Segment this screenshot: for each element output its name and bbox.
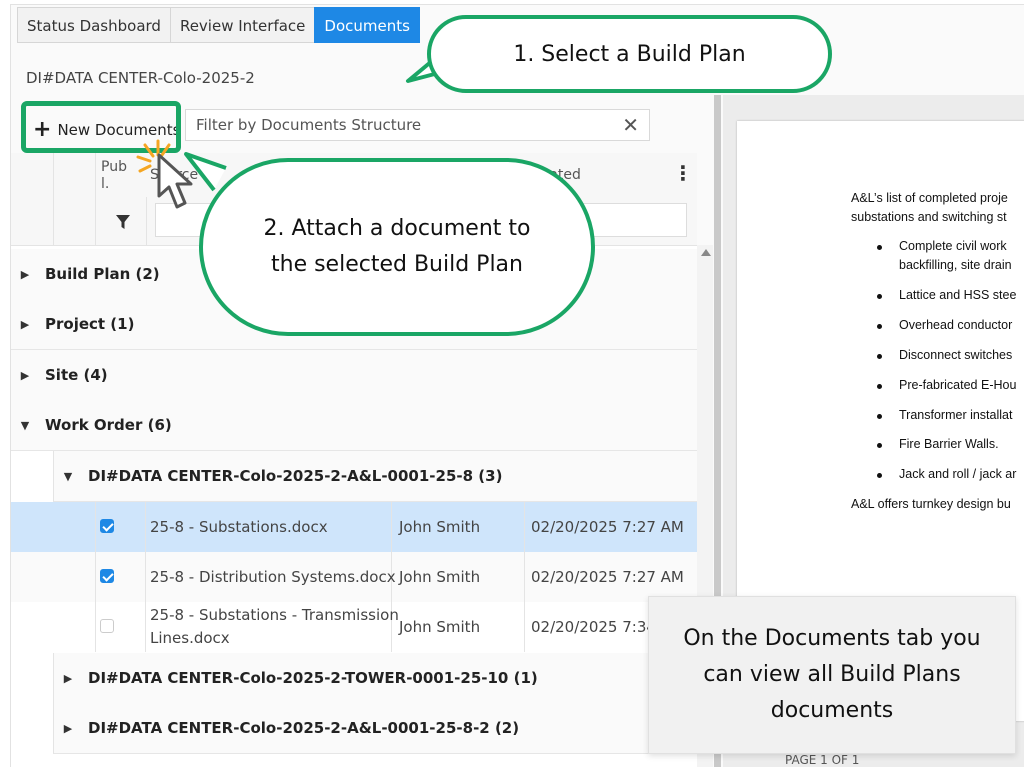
preview-text: A&L’s list of completed proje [851,191,1008,205]
table-row[interactable]: 25-8 - Distribution Systems.docx John Sm… [11,552,697,602]
table-row[interactable]: 25-8 - Substations - Transmission Lines.… [11,602,697,652]
group-label: Project (1) [45,315,135,333]
document-author: John Smith [399,568,481,586]
filter-icon[interactable] [115,214,131,230]
preview-text: A&L offers turnkey design bu [851,497,1011,511]
tab-status-dashboard[interactable]: Status Dashboard [17,7,170,43]
document-name: 25-8 - Distribution Systems.docx [150,568,396,586]
group-label: Work Order (6) [45,416,172,434]
subgroup-label: DI#DATA CENTER-Colo-2025-2-TOWER-0001-25… [88,669,538,687]
document-name: 25-8 - Substations - Transmission Lines.… [150,604,399,650]
info-text: On the Documents tab you [683,626,981,651]
scroll-up-icon[interactable] [701,249,711,256]
caret-right-icon[interactable]: ▶ [15,268,35,281]
preview-bullet: Complete civil work [899,239,1007,253]
subgroup-work-order-25-8[interactable]: ▼ DI#DATA CENTER-Colo-2025-2-A&L-0001-25… [53,451,697,502]
filter-documents-input[interactable]: Filter by Documents Structure ✕ [185,109,650,141]
preview-bullet: Overhead conductor [899,318,1013,332]
document-author: John Smith [399,618,481,636]
info-note: On the Documents tab you can view all Bu… [648,596,1016,754]
preview-bullet: Lattice and HSS stee [899,288,1017,302]
info-text: can view all Build Plans [703,662,961,687]
filter-placeholder: Filter by Documents Structure [196,116,422,134]
preview-bullet: Jack and roll / jack ar [899,467,1017,481]
page-indicator: PAGE 1 OF 1 [785,753,860,767]
preview-bullet: Fire Barrier Walls. [899,437,999,451]
preview-bullet: Pre-fabricated E-Hou [899,378,1017,392]
callout-select-build-plan: 1. Select a Build Plan [427,15,832,93]
group-label: Build Plan (2) [45,265,160,283]
subgroup-tower-25-10[interactable]: ▶ DI#DATA CENTER-Colo-2025-2-TOWER-0001-… [53,653,697,704]
subgroup-work-order-25-8-2[interactable]: ▶ DI#DATA CENTER-Colo-2025-2-A&L-0001-25… [53,703,697,754]
row-checkbox[interactable] [100,519,114,533]
info-text: documents [770,698,894,723]
group-site[interactable]: ▶ Site (4) [11,350,697,401]
document-date: 02/20/2025 7:34 [531,618,656,636]
subgroup-label: DI#DATA CENTER-Colo-2025-2-A&L-0001-25-8… [88,467,503,485]
caret-right-icon[interactable]: ▶ [58,722,78,735]
preview-bullet: Transformer installat [899,408,1013,422]
callout-text: 2. Attach a document to [263,216,531,241]
caret-down-icon[interactable]: ▼ [58,470,78,483]
more-options-icon[interactable]: ⋮ [673,161,693,185]
caret-right-icon[interactable]: ▶ [58,672,78,685]
preview-bullet: backfilling, site drain [899,258,1012,272]
callout-text: 1. Select a Build Plan [513,41,746,67]
preview-bullet: Disconnect switches [899,348,1013,362]
preview-text: substations and switching st [851,210,1007,224]
tab-documents[interactable]: Documents [314,7,420,43]
caret-down-icon[interactable]: ▼ [15,419,35,432]
page-title: DI#DATA CENTER-Colo-2025-2 [26,69,255,87]
caret-right-icon[interactable]: ▶ [15,369,35,382]
document-name-line: Lines.docx [150,629,230,647]
caret-right-icon[interactable]: ▶ [15,318,35,331]
document-author: John Smith [399,518,481,536]
group-label: Site (4) [45,366,108,384]
document-date: 02/20/2025 7:27 AM [531,518,684,536]
close-icon[interactable]: ✕ [622,113,639,137]
tab-review-interface[interactable]: Review Interface [169,7,315,43]
document-name: 25-8 - Substations.docx [150,518,328,536]
row-checkbox[interactable] [100,569,114,583]
subgroup-label: DI#DATA CENTER-Colo-2025-2-A&L-0001-25-8… [88,719,520,737]
document-name-line: 25-8 - Substations - Transmission [150,606,399,624]
mouse-cursor-icon [157,153,193,209]
document-date: 02/20/2025 7:27 AM [531,568,684,586]
group-work-order[interactable]: ▼ Work Order (6) [11,400,697,451]
row-checkbox[interactable] [100,619,114,633]
tab-bar: Status Dashboard Review Interface Docume… [17,7,420,43]
callout-text: the selected Build Plan [271,252,523,277]
callout-attach-document: 2. Attach a document to the selected Bui… [199,158,595,336]
column-published[interactable]: Pub l. [101,159,135,193]
table-row[interactable]: 25-8 - Substations.docx John Smith 02/20… [11,502,697,552]
